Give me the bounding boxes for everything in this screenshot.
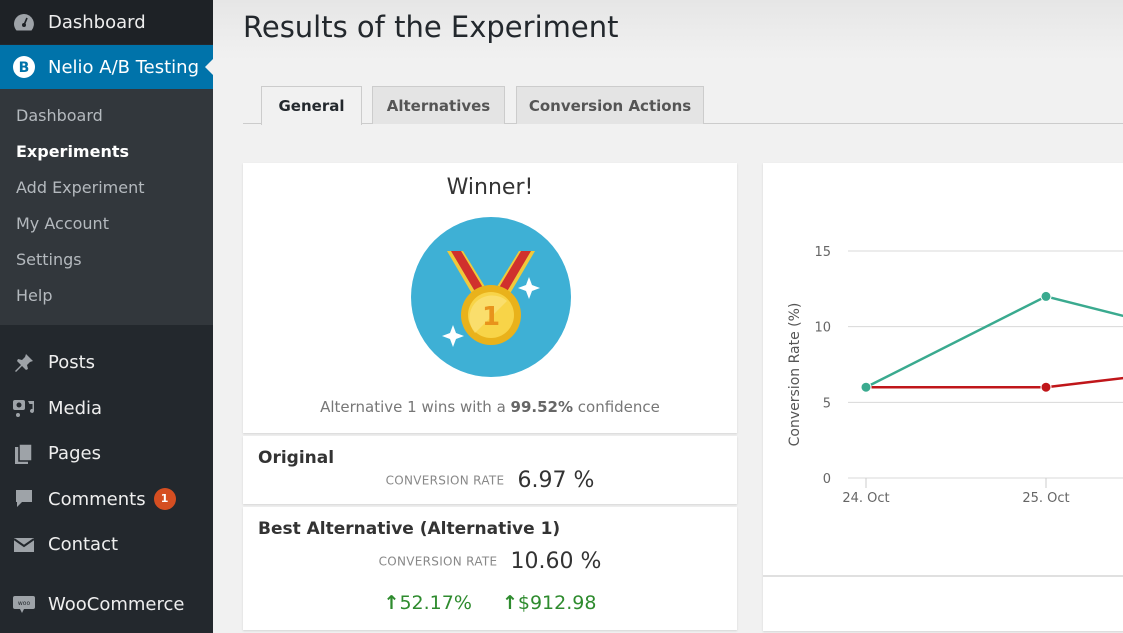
sidebar-item-label: WooCommerce	[48, 593, 185, 615]
dashboard-icon	[0, 13, 48, 31]
sidebar-item-comments[interactable]: Comments 1	[0, 477, 213, 523]
x-tick-label: 25. Oct	[1022, 491, 1069, 506]
submenu-experiments[interactable]: Experiments	[0, 139, 213, 175]
medal-number: 1	[482, 302, 500, 332]
sidebar-item-label: Pages	[48, 443, 101, 465]
y-tick-label: 15	[814, 245, 831, 260]
sidebar-item-label: Contact	[48, 534, 119, 556]
conversion-chart-card: 05101524. Oct25. Oct26. OctConversion Ra…	[763, 163, 1123, 631]
best-alternative-name: Best Alternative (Alternative 1)	[258, 519, 561, 539]
sidebar-item-posts[interactable]: Posts	[0, 340, 213, 386]
x-tick-label: 24. Oct	[842, 491, 889, 506]
confidence-value: 99.52%	[510, 398, 574, 416]
series-line	[866, 376, 1123, 389]
data-point	[1040, 381, 1052, 393]
medal-icon: 1	[411, 217, 571, 377]
best-alternative-card: Best Alternative (Alternative 1) CONVERS…	[243, 507, 737, 630]
sidebar-item-label: Media	[48, 397, 103, 419]
sidebar-item-media[interactable]: Media	[0, 386, 213, 432]
current-menu-arrow	[205, 59, 213, 75]
conversion-rate-chart: 05101524. Oct25. Oct26. OctConversion Ra…	[787, 245, 1123, 506]
main-menu: Posts Media Pages Comments 1 Contact woo…	[0, 340, 213, 627]
svg-text:B: B	[19, 60, 30, 76]
pages-icon	[0, 443, 48, 465]
improvement-percent: ↑52.17%	[384, 592, 472, 614]
y-tick-label: 5	[823, 396, 831, 411]
sidebar-item-label: Comments	[48, 488, 146, 510]
original-card: Original CONVERSION RATE 6.97 %	[243, 436, 737, 504]
arrow-up-icon: ↑	[383, 592, 400, 614]
rate-value: 6.97 %	[517, 468, 595, 493]
improvement-revenue-value: $912.98	[517, 592, 597, 614]
improvement-revenue: ↑$912.98	[502, 592, 597, 614]
rate-label: CONVERSION RATE	[385, 473, 505, 488]
submenu-settings[interactable]: Settings	[0, 247, 213, 283]
improvement-percent-value: 52.17%	[399, 592, 472, 614]
pin-icon	[0, 352, 48, 374]
improvement-row: ↑52.17% ↑$912.98	[243, 592, 737, 614]
tab-general[interactable]: General	[261, 86, 362, 125]
results-tabs: General Alternatives Conversion Actions	[243, 86, 1123, 125]
data-point	[860, 381, 872, 393]
comment-icon	[0, 488, 48, 510]
rate-value: 10.60 %	[510, 549, 602, 574]
nelio-submenu: Dashboard Experiments Add Experiment My …	[0, 89, 213, 325]
original-rate: CONVERSION RATE 6.97 %	[243, 468, 737, 493]
nelio-icon: B	[0, 55, 48, 79]
arrow-up-icon: ↑	[501, 592, 518, 614]
svg-text:woo: woo	[18, 600, 31, 607]
winner-text-suffix: confidence	[573, 398, 660, 416]
submenu-help[interactable]: Help	[0, 283, 213, 319]
mail-icon	[0, 536, 48, 554]
original-name: Original	[258, 448, 335, 468]
sidebar-item-woocommerce[interactable]: woo WooCommerce	[0, 582, 213, 628]
sidebar-item-dashboard[interactable]: Dashboard	[0, 0, 213, 44]
media-icon	[0, 397, 48, 419]
y-tick-label: 0	[823, 472, 831, 487]
sidebar-item-nelio[interactable]: B Nelio A/B Testing	[0, 45, 213, 89]
rate-label: CONVERSION RATE	[378, 554, 498, 569]
tab-conversion-actions[interactable]: Conversion Actions	[516, 86, 704, 124]
y-tick-label: 10	[814, 321, 831, 336]
tab-alternatives[interactable]: Alternatives	[372, 86, 505, 124]
series-line	[865, 295, 1123, 389]
comment-count-badge: 1	[153, 488, 176, 511]
admin-sidebar: Dashboard B Nelio A/B Testing Dashboard …	[0, 0, 213, 633]
data-point	[1040, 290, 1052, 302]
woo-icon: woo	[0, 594, 48, 614]
winner-card: Winner! 1 Alternative 1 wins with a 99.5…	[243, 163, 737, 433]
best-alternative-rate: CONVERSION RATE 10.60 %	[243, 549, 737, 574]
sidebar-item-label: Nelio A/B Testing	[48, 56, 200, 78]
sidebar-item-pages[interactable]: Pages	[0, 431, 213, 477]
sidebar-item-label: Dashboard	[48, 11, 146, 33]
page-title: Results of the Experiment	[243, 10, 619, 44]
winner-confidence-text: Alternative 1 wins with a 99.52% confide…	[243, 398, 737, 416]
submenu-dashboard[interactable]: Dashboard	[0, 103, 213, 139]
sidebar-item-contact[interactable]: Contact	[0, 522, 213, 568]
winner-title: Winner!	[446, 175, 534, 200]
chart-divider	[763, 575, 1123, 577]
y-axis-label: Conversion Rate (%)	[787, 303, 803, 447]
main-content: Results of the Experiment General Altern…	[213, 0, 1123, 633]
submenu-add-experiment[interactable]: Add Experiment	[0, 175, 213, 211]
winner-text-prefix: Alternative 1 wins with a	[320, 398, 511, 416]
sidebar-item-label: Posts	[48, 352, 96, 374]
submenu-my-account[interactable]: My Account	[0, 211, 213, 247]
